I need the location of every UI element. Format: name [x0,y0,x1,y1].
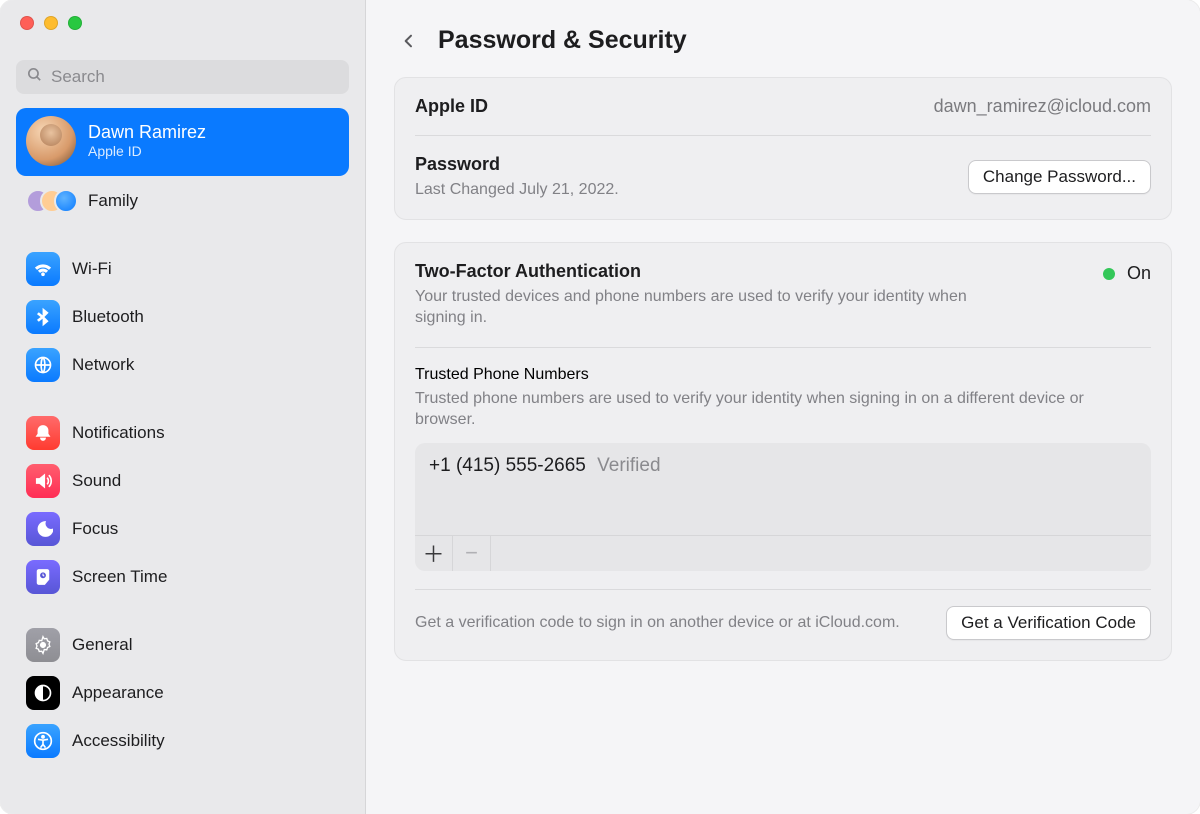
search-input[interactable] [51,67,339,87]
focus-icon [26,512,60,546]
sidebar-item-label: Accessibility [72,731,165,751]
sidebar-item-screen-time[interactable]: Screen Time [16,554,349,600]
sidebar-item-apple-id[interactable]: Dawn Ramirez Apple ID [16,108,349,176]
two-factor-label: Two-Factor Authentication [415,261,975,282]
sidebar-item-label: Screen Time [72,567,167,587]
gear-icon [26,628,60,662]
sidebar-item-sound[interactable]: Sound [16,458,349,504]
sidebar-item-appearance[interactable]: Appearance [16,670,349,716]
sidebar-item-label: Sound [72,471,121,491]
sidebar-item-family[interactable]: Family [16,178,349,224]
window-minimize-button[interactable] [44,16,58,30]
sidebar-item-notifications[interactable]: Notifications [16,410,349,456]
two-factor-row: Two-Factor Authentication Your trusted d… [415,243,1151,347]
password-label: Password [415,154,619,175]
bluetooth-icon [26,300,60,334]
apple-id-card: Apple ID dawn_ramirez@icloud.com Passwor… [394,77,1172,220]
trusted-phone-list: +1 (415) 555-2665 Verified ＋ − [415,443,1151,571]
add-phone-button[interactable]: ＋ [415,536,453,571]
screen-time-icon [26,560,60,594]
window-controls [0,0,365,46]
sidebar-item-label: Focus [72,519,118,539]
phone-status: Verified [597,455,660,476]
wifi-icon [26,252,60,286]
user-name: Dawn Ramirez [88,122,206,144]
apple-id-value: dawn_ramirez@icloud.com [934,96,1151,117]
security-card: Two-Factor Authentication Your trusted d… [394,242,1172,661]
sidebar-item-network[interactable]: Network [16,342,349,388]
search-field[interactable] [16,60,349,94]
family-avatars-icon [26,184,76,218]
trusted-numbers-section: Trusted Phone Numbers Trusted phone numb… [415,348,1151,571]
status-on-icon [1103,268,1115,280]
two-factor-desc: Your trusted devices and phone numbers a… [415,286,975,329]
verification-code-desc: Get a verification code to sign in on an… [415,612,900,634]
main-content: Password & Security Apple ID dawn_ramire… [366,0,1200,814]
password-sublabel: Last Changed July 21, 2022. [415,179,619,201]
get-verification-code-button[interactable]: Get a Verification Code [946,606,1151,640]
settings-window: Dawn Ramirez Apple ID Family Wi-Fi [0,0,1200,814]
sidebar-item-focus[interactable]: Focus [16,506,349,552]
sidebar-item-bluetooth[interactable]: Bluetooth [16,294,349,340]
notifications-icon [26,416,60,450]
sidebar: Dawn Ramirez Apple ID Family Wi-Fi [0,0,366,814]
sound-icon [26,464,60,498]
two-factor-status: On [1103,261,1151,284]
sidebar-item-wifi[interactable]: Wi-Fi [16,246,349,292]
sidebar-item-label: Appearance [72,683,164,703]
window-close-button[interactable] [20,16,34,30]
sidebar-item-label: Notifications [72,423,165,443]
accessibility-icon [26,724,60,758]
change-password-button[interactable]: Change Password... [968,160,1151,194]
page-title: Password & Security [438,26,687,55]
password-row: Password Last Changed July 21, 2022. Cha… [415,135,1151,219]
sidebar-item-label: General [72,635,132,655]
search-icon [26,66,43,88]
verification-code-row: Get a verification code to sign in on an… [415,589,1151,660]
user-sub: Apple ID [88,143,206,160]
window-zoom-button[interactable] [68,16,82,30]
sidebar-item-general[interactable]: General [16,622,349,668]
user-avatar [26,116,76,166]
sidebar-item-label: Bluetooth [72,307,144,327]
trusted-numbers-desc: Trusted phone numbers are used to verify… [415,388,1135,431]
network-icon [26,348,60,382]
back-button[interactable] [396,28,422,54]
trusted-list-controls: ＋ − [415,535,1151,571]
trusted-phone-entry[interactable]: +1 (415) 555-2665 Verified [415,443,1151,535]
phone-number: +1 (415) 555-2665 [429,455,586,476]
appearance-icon [26,676,60,710]
sidebar-item-label: Wi-Fi [72,259,112,279]
sidebar-item-label: Network [72,355,134,375]
two-factor-status-text: On [1127,263,1151,283]
sidebar-item-accessibility[interactable]: Accessibility [16,718,349,764]
trusted-numbers-label: Trusted Phone Numbers [415,366,589,383]
remove-phone-button[interactable]: − [453,536,491,571]
main-header: Password & Security [394,0,1172,77]
apple-id-label: Apple ID [415,96,488,117]
apple-id-row: Apple ID dawn_ramirez@icloud.com [415,78,1151,135]
sidebar-item-label: Family [88,191,138,211]
